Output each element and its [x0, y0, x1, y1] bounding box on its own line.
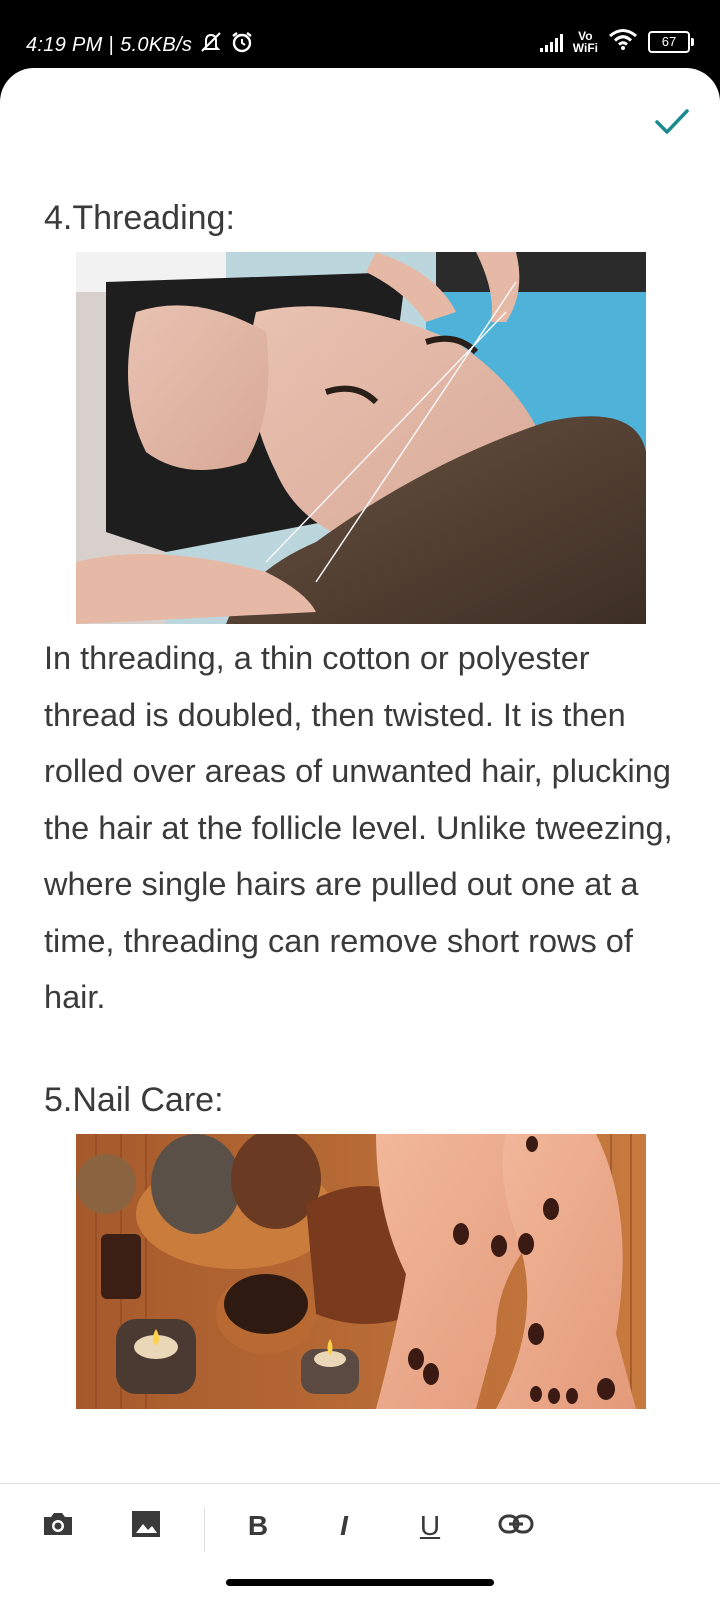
threading-photo — [76, 252, 646, 624]
insert-photo-button[interactable] — [36, 1504, 80, 1548]
editor-content[interactable]: 4.Threading: In threading, a thin cotton — [44, 196, 684, 1409]
link-icon — [498, 1513, 534, 1540]
editor-sheet: 4.Threading: In threading, a thin cotton — [0, 68, 720, 1600]
status-time: 4:19 PM — [26, 33, 103, 56]
insert-image-button[interactable] — [124, 1504, 168, 1548]
section-heading-nail-care: 5.Nail Care: — [44, 1080, 224, 1119]
underline-button[interactable]: U — [408, 1504, 452, 1548]
done-button[interactable] — [652, 104, 692, 144]
image-icon — [130, 1509, 162, 1544]
threading-paragraph: In threading, a thin cotton or polyester… — [44, 640, 673, 1015]
italic-button[interactable]: I — [322, 1504, 366, 1548]
status-separator: | — [108, 33, 115, 56]
vowifi-label: Vo WiFi — [572, 28, 598, 55]
insert-link-button[interactable] — [494, 1504, 538, 1548]
gesture-nav-area — [0, 1569, 720, 1600]
section-heading-threading: 4.Threading: — [44, 199, 235, 237]
toolbar-divider — [204, 1508, 205, 1552]
status-right: Vo WiFi 67 — [539, 28, 694, 55]
net-speed: 5.0KB/s — [120, 33, 193, 56]
alarm-icon — [230, 30, 254, 60]
bold-button[interactable]: B — [236, 1504, 280, 1548]
formatting-toolbar: B I U — [0, 1483, 720, 1570]
home-indicator[interactable] — [226, 1579, 494, 1586]
nail-care-photo — [76, 1133, 646, 1409]
check-icon — [654, 107, 690, 142]
status-left: 4:19 PM | 5.0KB/s — [26, 30, 254, 60]
camera-icon — [41, 1510, 75, 1543]
battery-icon: 67 — [648, 30, 694, 53]
mute-icon — [198, 31, 224, 59]
status-bar: 4:19 PM | 5.0KB/s Vo WiFi 67 — [0, 0, 720, 70]
wifi-icon — [608, 28, 638, 55]
signal-icon — [539, 32, 563, 52]
